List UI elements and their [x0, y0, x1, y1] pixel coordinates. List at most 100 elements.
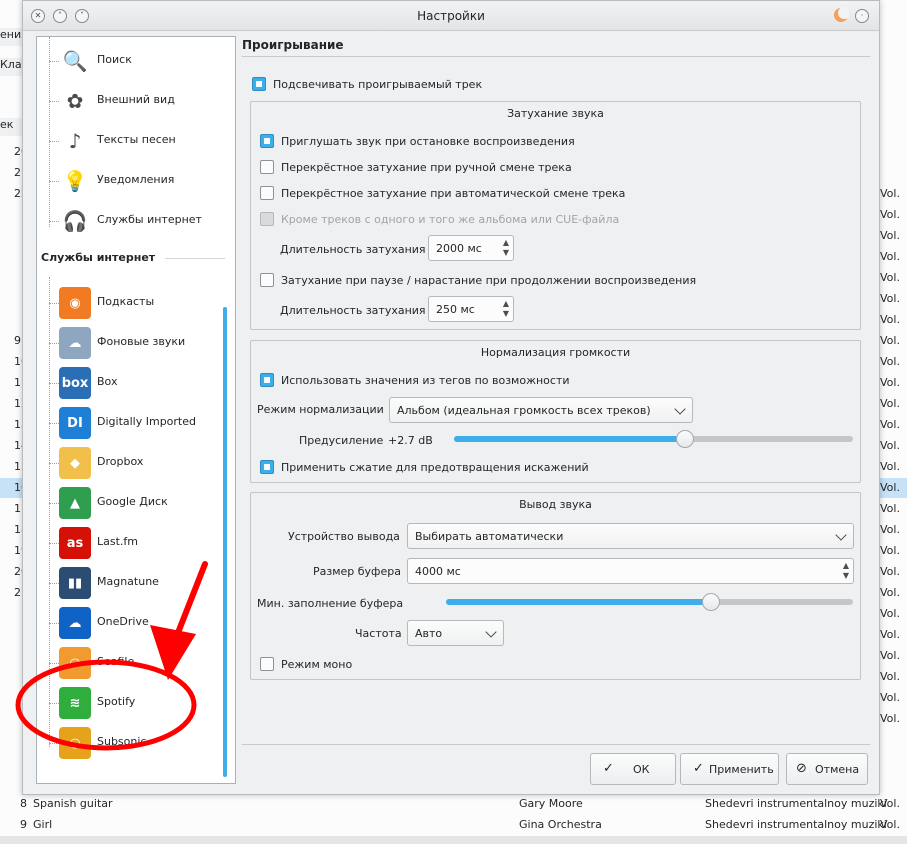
sidebar-item-label: Внешний вид — [97, 93, 175, 106]
track-vol: Vol. — [880, 355, 900, 368]
fade-on-stop-checkbox[interactable] — [260, 134, 274, 148]
sidebar-item-label: Last.fm — [97, 535, 138, 548]
track-title: Spanish guitar — [33, 797, 113, 810]
sidebar-item-dropbox[interactable]: ◆ Dropbox — [59, 443, 229, 481]
tree-tick — [49, 623, 59, 624]
pause-duration-label: Длительность затухания — [280, 304, 426, 317]
track-number: 9 — [20, 818, 27, 831]
sidebar-item-onedrive[interactable]: ☁ OneDrive — [59, 603, 229, 641]
preamp-value: +2.7 dB — [388, 434, 433, 447]
tree-tick — [49, 423, 59, 424]
spin-arrows-icon[interactable]: ▲ ▼ — [503, 299, 509, 319]
spin-arrows-icon[interactable]: ▲ ▼ — [843, 561, 849, 581]
fade-duration-spinbox[interactable]: 2000 мс ▲ ▼ — [428, 235, 514, 261]
divider — [242, 56, 870, 57]
frequency-value: Авто — [415, 627, 443, 640]
sidebar-item-seafile[interactable]: ◠ Seafile — [59, 643, 229, 681]
use-tags-checkbox[interactable] — [260, 373, 274, 387]
settings-sidebar: 🔍 Поиск ✿ Внешний вид ♪ Тексты песен 💡 Уведомле… — [36, 36, 236, 784]
preamp-label: Предусиление — [299, 434, 384, 447]
tree-tick — [49, 101, 59, 102]
sidebar-item-label: Spotify — [97, 695, 136, 708]
check-icon: ✓ — [603, 761, 614, 776]
crossfade-manual-checkbox[interactable] — [260, 160, 274, 174]
sidebar-item-label: OneDrive — [97, 615, 149, 628]
sidebar-item-google-drive[interactable]: ▲ Google Диск — [59, 483, 229, 521]
normalization-mode-label: Режим нормализации — [257, 403, 384, 416]
track-vol: Vol. — [880, 607, 900, 620]
highlight-track-checkbox[interactable] — [252, 77, 266, 91]
tree-tick — [49, 583, 59, 584]
except-same-album-checkbox[interactable] — [260, 212, 274, 226]
window-title: Настройки — [417, 9, 485, 23]
compression-checkbox[interactable] — [260, 460, 274, 474]
sidebar-item-ambient-sounds[interactable]: ☁ Фоновые звуки — [59, 323, 229, 361]
track-vol: Vol. — [880, 797, 900, 810]
sidebar-item-magnatune[interactable]: ▮▮ Magnatune — [59, 563, 229, 601]
track-vol: Vol. — [880, 544, 900, 557]
preamp-slider[interactable] — [454, 430, 853, 448]
track-vol: Vol. — [880, 565, 900, 578]
sidebar-item-notifications[interactable]: 💡 Уведомления — [59, 161, 229, 199]
sidebar-item-label: Поиск — [97, 53, 132, 66]
sidebar-item-box[interactable]: box Box — [59, 363, 229, 401]
except-same-album-label: Кроме треков с одного и того же альбома … — [281, 213, 620, 226]
track-number: 8 — [20, 797, 27, 810]
mono-mode-checkbox[interactable] — [260, 657, 274, 671]
min-fill-slider[interactable] — [446, 593, 853, 611]
sidebar-item-label: Тексты песен — [97, 133, 176, 146]
magnatune-icon: ▮▮ — [59, 567, 91, 599]
sidebar-item-digitally-imported[interactable]: DI Digitally Imported — [59, 403, 229, 441]
sidebar-item-lastfm[interactable]: as Last.fm — [59, 523, 229, 561]
crossfade-auto-label: Перекрёстное затухание при автоматическо… — [281, 187, 626, 200]
sidebar-item-spotify[interactable]: ≋ Spotify — [59, 683, 229, 721]
frequency-select[interactable]: Авто — [407, 620, 504, 646]
sidebar-item-podcasts[interactable]: ◉ Подкасты — [59, 283, 229, 321]
table-row[interactable]: 8 Spanish guitar Gary Moore Shedevri ins… — [0, 794, 907, 814]
sidebar-item-appearance[interactable]: ✿ Внешний вид — [59, 81, 229, 119]
sidebar-item-label: Службы интернет — [97, 213, 202, 226]
track-vol: Vol. — [880, 628, 900, 641]
track-vol: Vol. — [880, 418, 900, 431]
crossfade-auto-checkbox[interactable] — [260, 186, 274, 200]
sidebar-item-label: Уведомления — [97, 173, 175, 186]
pause-duration-value: 250 мс — [436, 303, 475, 316]
sidebar-item-subsonic[interactable]: ◒ Subsonic — [59, 723, 229, 761]
normalization-mode-value: Альбом (идеальная громкость всех треков) — [397, 404, 651, 417]
slider-handle[interactable] — [701, 593, 720, 611]
tree-tick — [49, 463, 59, 464]
onedrive-icon: ☁ — [59, 607, 91, 639]
spin-arrows-icon[interactable]: ▲ ▼ — [503, 238, 509, 258]
buffer-size-spinbox[interactable]: 4000 мс ▲ ▼ — [407, 558, 854, 584]
box-icon: box — [59, 367, 91, 399]
sidebar-item-search[interactable]: 🔍 Поиск — [59, 41, 229, 79]
pin-icon[interactable]: · — [855, 9, 869, 23]
ok-button[interactable]: ✓ ОК — [590, 753, 676, 785]
track-vol: Vol. — [880, 460, 900, 473]
tree-tick — [49, 343, 59, 344]
track-vol: Vol. — [880, 818, 900, 831]
normalization-mode-select[interactable]: Альбом (идеальная громкость всех треков) — [389, 397, 693, 423]
slider-fill — [454, 436, 686, 442]
sidebar-item-internet-services[interactable]: 🎧 Службы интернет — [59, 201, 229, 239]
fade-on-pause-checkbox[interactable] — [260, 273, 274, 287]
apply-button[interactable]: ✓ Применить — [680, 753, 779, 785]
pause-duration-spinbox[interactable]: 250 мс ▲ ▼ — [428, 296, 514, 322]
appearance-icon: ✿ — [66, 89, 84, 113]
chevron-down-icon — [485, 626, 497, 638]
track-vol: Vol. — [880, 292, 900, 305]
bg-strip-text: ек — [0, 118, 14, 131]
frequency-label: Частота — [355, 627, 402, 640]
sidebar-item-lyrics[interactable]: ♪ Тексты песен — [59, 121, 229, 159]
output-device-select[interactable]: Выбирать автоматически — [407, 523, 854, 549]
crossfade-manual-label: Перекрёстное затухание при ручной смене … — [281, 161, 572, 174]
sidebar-scrollbar[interactable] — [223, 307, 227, 777]
table-row[interactable]: 9 Girl Gina Orchestra Shedevri instrumen… — [0, 815, 907, 835]
track-vol: Vol. — [880, 439, 900, 452]
track-artist: Gary Moore — [519, 797, 583, 810]
cancel-button-label: Отмена — [815, 763, 860, 776]
cancel-button[interactable]: ⊘ Отмена — [786, 753, 868, 785]
bg-strip-text: Кла — [0, 58, 22, 71]
sidebar-item-label: Подкасты — [97, 295, 155, 308]
track-vol: Vol. — [880, 376, 900, 389]
